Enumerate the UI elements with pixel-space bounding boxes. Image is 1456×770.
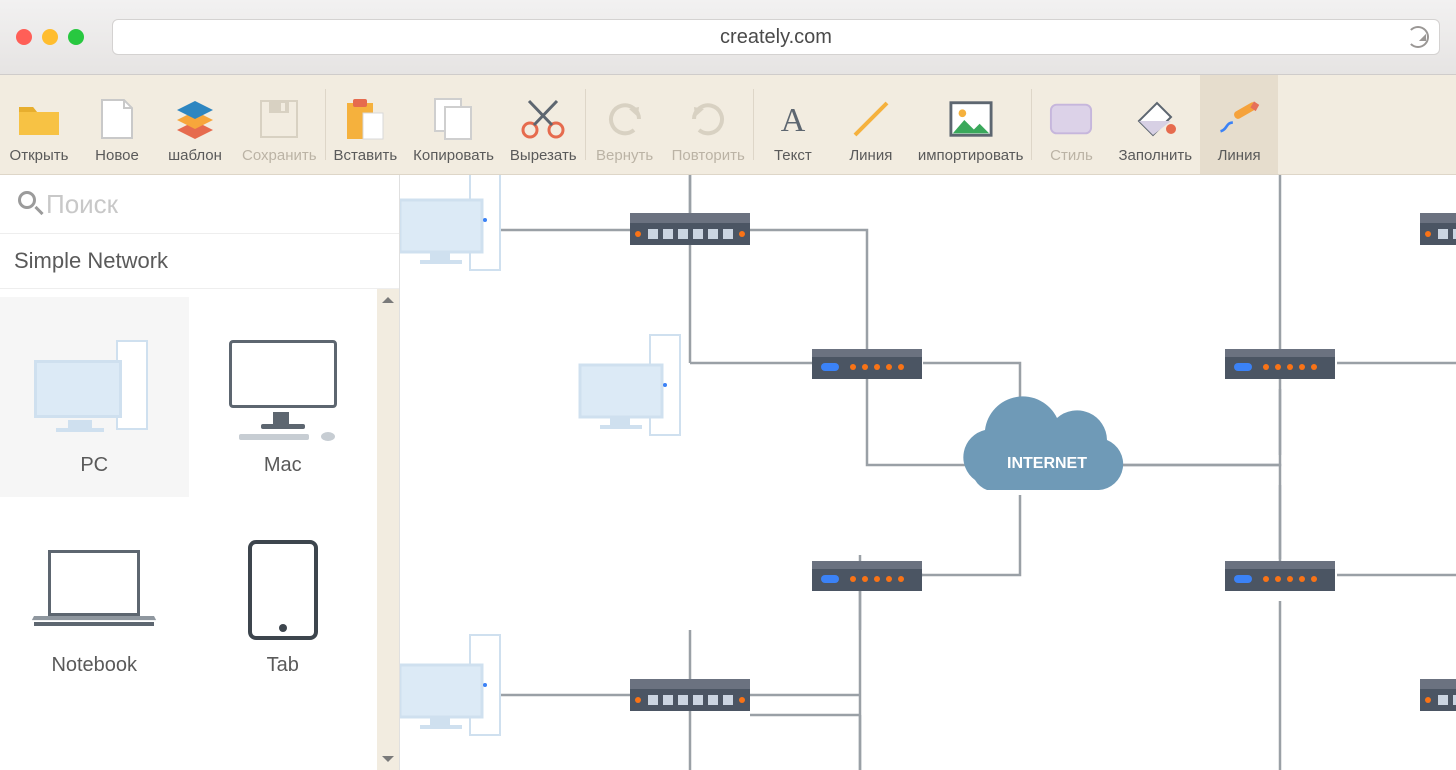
undo-icon <box>603 97 647 141</box>
shape-search <box>0 175 399 233</box>
canvas-node-hub[interactable] <box>1420 213 1456 245</box>
canvas-node-cloud[interactable]: INTERNET <box>963 396 1123 490</box>
paint-bucket-icon <box>1133 97 1177 141</box>
folder-icon <box>17 97 61 141</box>
template-button[interactable]: шаблон <box>156 75 234 174</box>
shape-notebook[interactable]: Notebook <box>0 497 189 697</box>
clipboard-icon <box>343 97 387 141</box>
style-button[interactable]: Стиль <box>1032 75 1110 174</box>
main-area: Simple Network PC Mac <box>0 175 1456 770</box>
canvas-node-router[interactable] <box>812 561 922 591</box>
maximize-window-dot[interactable] <box>68 29 84 45</box>
shape-category-title[interactable]: Simple Network <box>0 233 399 289</box>
notebook-icon <box>34 550 154 640</box>
shape-pc[interactable]: PC <box>0 297 189 497</box>
canvas-node-hub[interactable] <box>630 213 750 245</box>
line-icon <box>849 97 893 141</box>
import-button[interactable]: импортировать <box>910 75 1032 174</box>
copy-button[interactable]: Копировать <box>405 75 502 174</box>
svg-text:A: A <box>781 102 806 139</box>
canvas-node-hub[interactable] <box>1420 679 1456 711</box>
shapes-grid: PC Mac Notebook Tab <box>0 289 377 770</box>
browser-chrome: creately.com <box>0 0 1456 75</box>
shape-tab[interactable]: Tab <box>189 497 378 697</box>
scroll-up-icon[interactable] <box>382 291 394 303</box>
text-icon: A <box>771 97 815 141</box>
line-tool-button[interactable]: Линия <box>832 75 910 174</box>
canvas-node-pc[interactable] <box>400 635 500 735</box>
floppy-icon <box>257 97 301 141</box>
close-window-dot[interactable] <box>16 29 32 45</box>
shapes-sidebar: Simple Network PC Mac <box>0 175 400 770</box>
main-toolbar: Открыть Новое шаблон Сохранить Вставить <box>0 75 1456 175</box>
redo-button[interactable]: Повторить <box>664 75 753 174</box>
canvas-node-pc[interactable] <box>400 175 500 270</box>
style-rect-icon <box>1049 97 1093 141</box>
window-controls <box>16 29 84 45</box>
sidebar-scrollbar[interactable] <box>377 289 399 770</box>
address-url: creately.com <box>720 26 832 49</box>
text-tool-button[interactable]: A Текст <box>754 75 832 174</box>
search-icon <box>18 191 32 217</box>
scissors-icon <box>521 97 565 141</box>
pencil-icon <box>1217 97 1261 141</box>
new-button[interactable]: Новое <box>78 75 156 174</box>
tablet-icon <box>248 540 318 640</box>
line-style-button[interactable]: Линия <box>1200 75 1278 174</box>
shape-generic-1[interactable] <box>0 697 189 770</box>
address-bar[interactable]: creately.com <box>112 19 1440 55</box>
minimize-window-dot[interactable] <box>42 29 58 45</box>
undo-button[interactable]: Вернуть <box>586 75 664 174</box>
scroll-down-icon[interactable] <box>382 756 394 768</box>
redo-icon <box>686 97 730 141</box>
pc-icon <box>34 340 154 440</box>
paste-button[interactable]: Вставить <box>326 75 406 174</box>
fill-button[interactable]: Заполнить <box>1110 75 1200 174</box>
canvas-node-router[interactable] <box>1225 349 1335 379</box>
diagram-svg: INTERNET <box>400 175 1456 770</box>
diagram-canvas[interactable]: INTERNET <box>400 175 1456 770</box>
shape-mac[interactable]: Mac <box>189 297 378 497</box>
canvas-node-router[interactable] <box>812 349 922 379</box>
canvas-node-pc[interactable] <box>580 335 680 435</box>
shape-generic-2[interactable] <box>189 697 378 770</box>
copy-icon <box>432 97 476 141</box>
save-button[interactable]: Сохранить <box>234 75 325 174</box>
cloud-label: INTERNET <box>1007 455 1087 472</box>
mac-icon <box>223 340 343 440</box>
search-input[interactable] <box>46 189 381 220</box>
new-file-icon <box>95 97 139 141</box>
image-icon <box>949 97 993 141</box>
reload-icon[interactable] <box>1407 26 1429 48</box>
canvas-node-router[interactable] <box>1225 561 1335 591</box>
canvas-node-hub[interactable] <box>630 679 750 711</box>
open-button[interactable]: Открыть <box>0 75 78 174</box>
cut-button[interactable]: Вырезать <box>502 75 585 174</box>
layers-icon <box>173 97 217 141</box>
